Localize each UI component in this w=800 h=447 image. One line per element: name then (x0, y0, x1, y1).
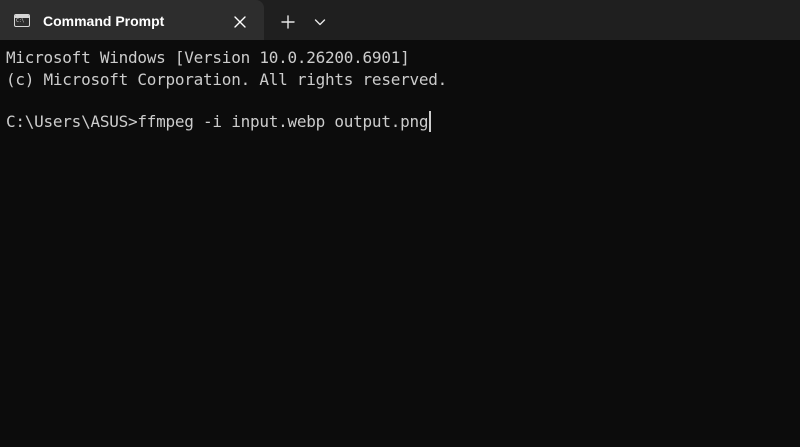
chevron-down-icon (314, 19, 326, 26)
console-line: Microsoft Windows [Version 10.0.26200.69… (6, 48, 410, 67)
tab-command-prompt[interactable]: C:\ Command Prompt (0, 0, 264, 40)
tab-title: Command Prompt (43, 13, 165, 29)
close-icon (234, 16, 246, 28)
text-cursor (429, 111, 432, 132)
tab-bar: C:\ Command Prompt (0, 0, 800, 40)
tab-dropdown-button[interactable] (308, 10, 332, 34)
command-prompt-icon-glyph: C:\ (16, 18, 25, 24)
command-line[interactable]: C:\Users\ASUS>ffmpeg -i input.webp outpu… (6, 110, 432, 134)
tab-close-button[interactable] (228, 10, 252, 34)
new-tab-button[interactable] (276, 10, 300, 34)
plus-icon (281, 15, 295, 29)
command-prompt-icon: C:\ (14, 14, 30, 27)
command-text: C:\Users\ASUS>ffmpeg -i input.webp outpu… (6, 112, 429, 131)
terminal-window: C:\ Command Prompt Microsoft Windows [Ve… (0, 0, 800, 447)
console-line: (c) Microsoft Corporation. All rights re… (6, 70, 447, 89)
terminal-output[interactable]: Microsoft Windows [Version 10.0.26200.69… (0, 40, 800, 447)
